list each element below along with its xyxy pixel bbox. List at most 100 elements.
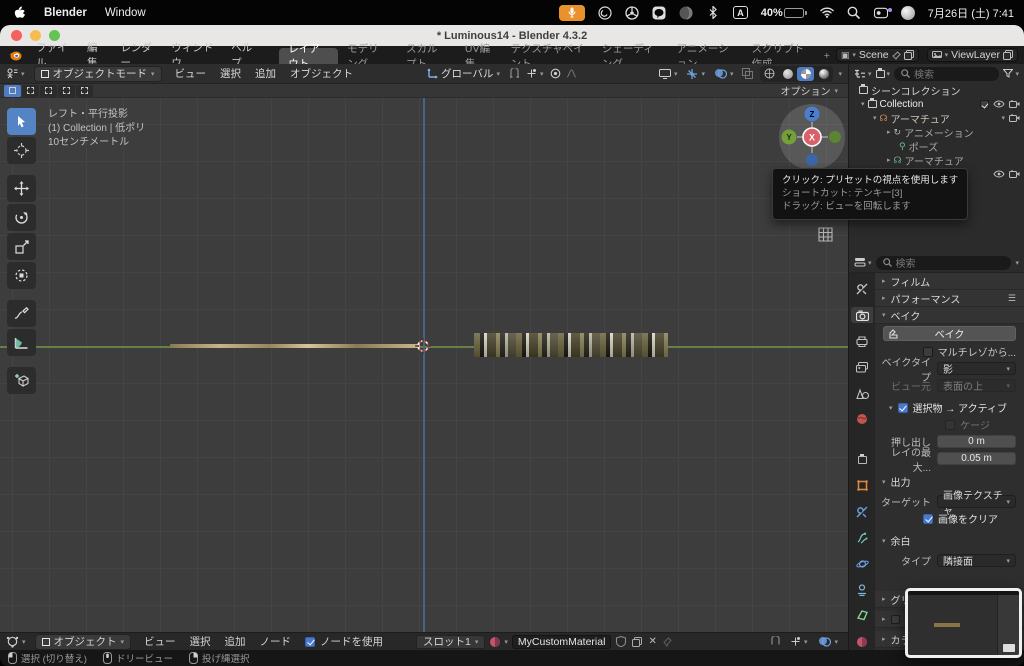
perspective-toggle-button[interactable] [818,227,834,242]
camera-icon[interactable] [1009,114,1020,122]
properties-search-input[interactable]: 検索 [875,255,1012,270]
proportional-edit-toggle[interactable] [547,68,564,79]
mode-selector[interactable]: オブジェクトモード ▾ [33,65,162,82]
outliner-row-armature-data[interactable]: ▸ ☊ アーマチュア [849,153,1024,168]
overlays-toggle[interactable]: ▾ [712,68,736,79]
shader-snap-toggle[interactable] [768,636,783,647]
properties-options-dropdown[interactable]: ▾ [1015,259,1019,267]
shader-menu-select[interactable]: 選択 [183,634,218,649]
wifi-status-icon[interactable] [820,6,834,20]
outliner-display-mode-selector[interactable]: ▾ [875,67,890,78]
tab-render[interactable] [851,307,873,324]
use-nodes-toggle[interactable]: ノードを使用 [298,634,390,649]
menu-edit[interactable]: 編集 [79,42,112,69]
tab-uv[interactable]: UV編集 [456,43,502,70]
preset-list-icon[interactable]: ☰ [1008,293,1017,304]
menu-select[interactable]: 選択 [213,66,248,81]
xray-toggle[interactable] [740,68,755,79]
options-dropdown[interactable]: オプション ▾ [780,83,838,98]
tab-collection[interactable] [851,451,873,467]
shader-editor-type-selector[interactable]: ▾ [0,635,33,648]
rotate-tool[interactable] [7,204,36,231]
restriction-chevron[interactable]: ▾ [1001,114,1005,122]
obs-status-icon[interactable] [598,5,612,20]
panel-bake[interactable]: ▾ ベイク [875,307,1024,324]
tab-tool[interactable] [851,281,873,297]
mountain-status-icon[interactable] [679,6,693,20]
collection-checkbox[interactable] [980,99,989,109]
select-mode-invert-button[interactable] [58,84,75,97]
annotate-tool[interactable] [7,300,36,327]
panel-margin[interactable]: ▾ 余白 [875,532,1024,549]
viewlayer-selector[interactable]: ▾ ViewLayer [926,48,1018,62]
snap-target-selector[interactable]: ▾ [522,68,548,79]
select-mode-set-button[interactable] [4,84,21,97]
cage-checkbox[interactable] [945,419,956,430]
proportional-falloff-selector[interactable] [564,69,579,78]
shading-dropdown[interactable]: ▾ [838,70,842,78]
transform-orientation-selector[interactable]: グローバル ▾ [420,66,507,81]
textured-object[interactable] [474,333,668,357]
blender-logo-icon[interactable] [8,48,22,62]
microphone-status-icon[interactable] [559,4,586,21]
screen-share-pip-window[interactable] [905,588,1022,658]
camera-icon[interactable] [1009,170,1020,178]
slot-selector[interactable]: スロット1 ▾ [416,634,486,649]
menu-render[interactable]: レンダー [112,42,163,69]
outliner-row-animation[interactable]: ▸ ↻ アニメーション [849,125,1024,140]
move-tool[interactable] [7,175,36,202]
pin-icon[interactable] [891,50,901,60]
control-center-icon[interactable] [873,6,892,20]
shader-menu-add[interactable]: 追加 [218,634,253,649]
menu-object[interactable]: オブジェクト [283,66,360,81]
new-viewlayer-icon[interactable] [1003,50,1013,60]
tab-scripting[interactable]: スクリプト作成 [742,43,817,70]
pin-icon[interactable] [663,636,672,647]
battery-status[interactable]: 40% [761,7,807,19]
extrusion-field[interactable]: 0 m [937,435,1016,448]
outliner-row-collection[interactable]: ▾ Collection [849,97,1024,111]
scale-tool[interactable] [7,233,36,260]
outliner-editor-type-selector[interactable]: ▾ [854,69,872,79]
shading-wireframe-button[interactable] [761,67,778,81]
wheel-status-icon[interactable] [625,5,639,20]
outliner-row-scene-collection[interactable]: シーンコレクション [849,83,1024,98]
spotlight-search-icon[interactable] [847,6,861,20]
bluetooth-status-icon[interactable] [706,6,720,20]
mac-menu-app[interactable]: Blender [44,7,87,19]
scene-selector[interactable]: ▣ ▾ Scene [835,48,919,62]
outliner-row-armature[interactable]: ▾ ☊ アーマチュア ▾ [849,111,1024,126]
tab-view-layer[interactable] [851,359,873,375]
tab-particles[interactable] [851,530,873,546]
freestyle-checkbox[interactable] [890,614,900,624]
margin-type-dropdown[interactable]: 隣接面 ▾ [937,554,1016,568]
material-browse-selector[interactable]: ▾ [485,636,512,648]
select-mode-extend-button[interactable] [22,84,39,97]
shading-material-preview-button[interactable] [797,66,815,81]
tab-modifiers[interactable] [851,504,873,520]
multires-checkbox[interactable] [922,346,933,357]
select-mode-subtract-button[interactable] [40,84,57,97]
tab-sculpt[interactable]: スカルプト [397,43,456,70]
unlink-material-icon[interactable]: ✕ [648,636,656,647]
shader-menu-view[interactable]: ビュー [137,634,183,649]
eye-icon[interactable] [993,170,1005,178]
fake-user-shield-icon[interactable] [616,636,627,647]
add-workspace-button[interactable]: + [818,48,836,64]
menu-file[interactable]: ファイル [28,42,79,69]
outliner-row-pose[interactable]: ⚲ ポーズ [849,139,1024,154]
tab-physics[interactable] [851,556,873,572]
cursor-tool[interactable] [7,137,36,164]
menu-help[interactable]: ヘルプ [223,42,265,69]
tab-texture-paint[interactable]: テクスチャペイント [502,43,593,70]
shading-solid-button[interactable] [779,67,796,81]
select-box-tool[interactable] [7,108,36,135]
target-dropdown[interactable]: 画像テクスチャ ▾ [937,491,1016,517]
tab-shading[interactable]: シェーディング [593,43,668,70]
tab-layout[interactable]: レイアウト [279,43,339,70]
input-source-status[interactable]: A [733,6,748,19]
eye-icon[interactable] [993,100,1005,108]
datetime-label[interactable]: 7月26日 (土) 7:41 [928,5,1014,21]
tab-animation[interactable]: アニメーション [668,43,743,70]
material-name-field[interactable]: MyCustomMaterial [511,634,612,649]
